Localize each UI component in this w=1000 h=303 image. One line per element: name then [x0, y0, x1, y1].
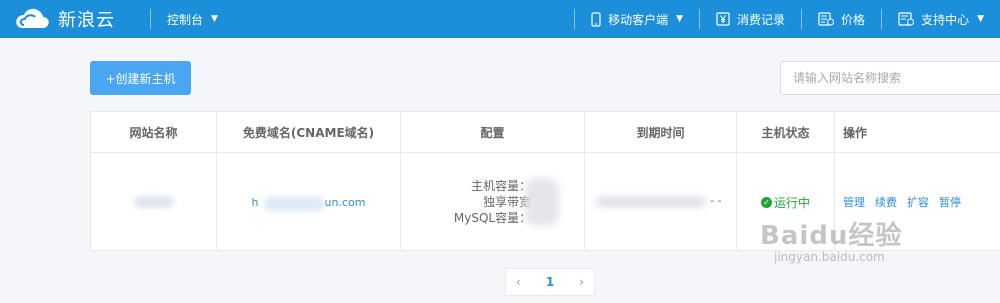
yen-receipt-icon — [716, 12, 730, 26]
domain-redaction — [263, 196, 324, 211]
console-label: 控制台 — [167, 12, 204, 27]
pagination: ‹ 1 › — [505, 268, 595, 296]
header-site-name: 网站名称 — [91, 112, 217, 152]
next-page-button[interactable]: › — [579, 275, 584, 289]
billing-records-label: 消费记录 — [737, 12, 786, 27]
expire-tail: - - — [710, 194, 722, 207]
prev-page-button[interactable]: ‹ — [516, 275, 521, 289]
config-bandwidth: 独享带宽 — [483, 195, 532, 209]
support-ticket-icon — [898, 12, 915, 26]
cloud-logo-icon — [16, 8, 49, 28]
caret-down-icon: ▼ — [977, 14, 984, 24]
top-navigation-bar: 新浪云 控制台 ▼ 移动客户端 ▼ 消费记录 价格 支持中心 ▼ — [0, 0, 1000, 38]
billing-records-link[interactable]: 消费记录 — [700, 0, 801, 38]
header-host-status: 主机状态 — [737, 112, 835, 152]
config-mysql-capacity: MySQL容量： — [453, 211, 532, 225]
free-domain-cell: h un.com — [217, 153, 401, 251]
config-details: 主机容量： 独享带宽 MySQL容量： — [453, 178, 560, 226]
check-circle-icon: ✓ — [760, 196, 772, 208]
create-host-button[interactable]: +创建新主机 — [90, 61, 191, 95]
brand-name: 新浪云 — [58, 10, 115, 31]
expire-redaction — [595, 197, 706, 207]
config-host-capacity: 主机容量： — [471, 179, 532, 193]
site-name-redacted — [133, 196, 174, 208]
mobile-phone-icon — [591, 11, 601, 27]
table-header: 网站名称 免费域名(CNAME域名) 配置 到期时间 主机状态 操作 — [91, 112, 1000, 153]
header-actions: 操作 — [843, 125, 868, 140]
mobile-client-label: 移动客户端 — [608, 12, 669, 27]
row-actions: 管理 续费 扩容 暂停 — [843, 194, 961, 210]
site-search-input[interactable] — [780, 61, 1000, 95]
caret-down-icon: ▼ — [211, 14, 218, 24]
support-center-menu[interactable]: 支持中心 ▼ — [882, 0, 1000, 38]
domain-start: h — [251, 195, 259, 209]
mobile-client-menu[interactable]: 移动客户端 ▼ — [575, 0, 699, 38]
console-menu[interactable]: 控制台 ▼ — [151, 0, 234, 38]
expand-link[interactable]: 扩容 — [907, 194, 929, 210]
pause-link[interactable]: 暂停 — [939, 194, 961, 210]
caret-down-icon: ▼ — [676, 14, 684, 24]
header-free-domain: 免费域名(CNAME域名) — [217, 112, 401, 152]
price-link[interactable]: 价格 — [802, 0, 881, 38]
support-center-label: 支持中心 — [921, 12, 970, 27]
baidu-watermark: Baidu经验 jingyan.baidu.com — [760, 215, 902, 264]
watermark-title: Baidu经验 — [760, 221, 903, 251]
status-text: 运行中 — [773, 195, 810, 210]
site-name-cell — [91, 153, 217, 251]
renew-link[interactable]: 续费 — [875, 194, 897, 210]
free-domain-link[interactable]: h un.com — [251, 195, 366, 211]
domain-end: un.com — [324, 195, 366, 209]
price-list-icon — [818, 12, 835, 26]
config-cell: 主机容量： 独享带宽 MySQL容量： — [401, 153, 585, 251]
price-label: 价格 — [841, 12, 866, 27]
config-redaction — [525, 178, 560, 226]
brand-logo[interactable]: 新浪云 — [0, 0, 150, 38]
header-expire-time: 到期时间 — [585, 112, 737, 152]
watermark-url: jingyan.baidu.com — [774, 250, 885, 264]
page-number-current[interactable]: 1 — [546, 275, 554, 289]
expire-time-value: - - — [595, 194, 726, 210]
status-badge: ✓ 运行中 — [760, 194, 810, 211]
header-config: 配置 — [401, 112, 585, 152]
manage-link[interactable]: 管理 — [843, 194, 865, 210]
expire-time-cell: - - — [585, 153, 737, 251]
